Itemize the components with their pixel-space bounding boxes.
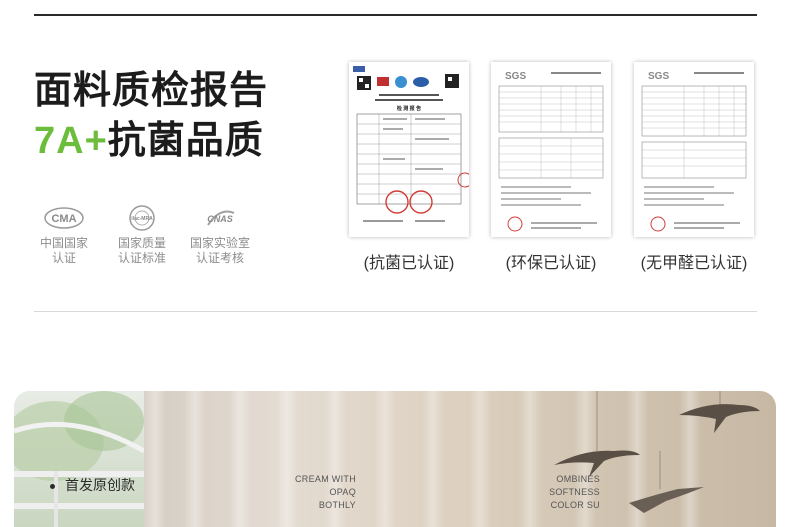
cma-logo-icon: CMA [41,204,87,232]
badge-cma: CMA 中国国家 认证 [28,204,100,266]
product-tag: 首发原创款 [50,475,135,495]
ilac-mra-logo-icon: ilac-MRA [119,204,165,232]
page-subtitle: 7A+抗菌品质 [34,122,264,160]
page-title: 面料质检报告 [34,70,269,112]
certificate-caption: (无甲醛已认证) [640,255,748,272]
certification-badges: CMA 中国国家 认证 ilac-MRA 国家质量 认证标准 CNAS 国家实验室认… [28,204,258,274]
svg-text:CNAS: CNAS [207,214,233,224]
svg-text:SGS: SGS [505,71,526,82]
certificate-document-image: SGS [498,71,604,232]
bullet-icon [50,483,55,489]
certificate-eco: SGS [491,62,611,237]
section-divider [34,311,757,312]
certificate-antibacterial: 检 测 报 告 [349,62,469,237]
certificate-document-image: SGS [641,71,747,232]
banner-text-right: OMBINES SOFTNESS COLOR SU [549,474,600,510]
badge-label: 国家实验室 认证考核 [189,236,250,265]
certificate-caption: (抗菌已认证) [363,255,455,272]
subtitle-text: 抗菌品质 [107,120,264,162]
swallow-icon [629,487,704,513]
swallow-decoration [554,391,760,513]
certificate-formaldehyde-free: SGS [634,62,754,237]
grade-accent: 7A+ [34,120,108,162]
swallow-icon [679,404,760,433]
badge-cnas: CNAS 国家实验室 认证考核 [184,204,256,266]
banner-text-left: CREAM WITH OPAQ BOTHLY [295,474,356,510]
cnas-logo-icon: CNAS [197,204,243,232]
badge-label: 中国国家 认证 [39,236,88,265]
certificate-document-image: 检 测 报 告 [353,66,469,222]
top-divider [34,14,757,16]
badge-label: 国家质量 认证标准 [117,236,166,265]
svg-text:CMA: CMA [51,213,76,225]
svg-text:ilac-MRA: ilac-MRA [131,216,153,222]
badge-ilac: ilac-MRA 国家质量 认证标准 [106,204,178,266]
curtain-photo-banner: CREAM WITH OPAQ BOTHLY OMBINES SOFTNESS … [14,391,776,527]
certificate-caption: (环保已认证) [505,255,597,272]
svg-text:SGS: SGS [648,71,669,82]
svg-text:检 测 报 告: 检 测 报 告 [397,105,421,112]
